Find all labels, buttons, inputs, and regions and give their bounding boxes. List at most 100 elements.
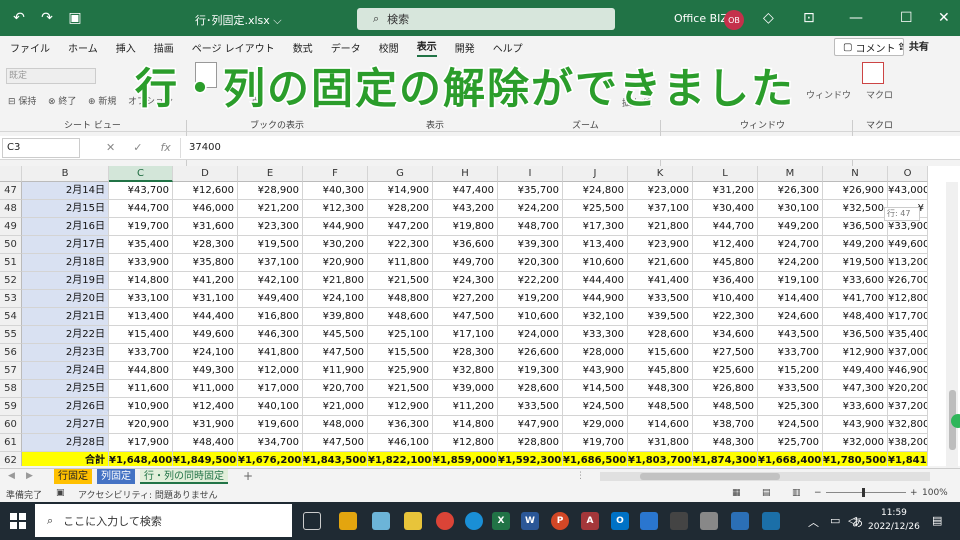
total-cell[interactable]: ¥1,676,200	[238, 452, 303, 466]
value-cell[interactable]: ¥38,200	[888, 434, 928, 452]
value-cell[interactable]: ¥39,500	[628, 308, 693, 326]
value-cell[interactable]: ¥11,900	[303, 362, 368, 380]
horizontal-scroll-thumb[interactable]	[640, 473, 780, 480]
value-cell[interactable]: ¥26,900	[823, 182, 888, 200]
value-cell[interactable]: ¥49,400	[823, 362, 888, 380]
ribbon-display-icon[interactable]: ⊡	[803, 10, 815, 26]
value-cell[interactable]: ¥47,500	[433, 308, 498, 326]
notepad-icon[interactable]	[372, 512, 390, 530]
total-cell[interactable]: ¥1,822,100	[368, 452, 433, 466]
value-cell[interactable]: ¥43,900	[823, 416, 888, 434]
file-name[interactable]: 行･列固定.xlsx ⌵	[195, 12, 282, 28]
value-cell[interactable]: ¥21,800	[628, 218, 693, 236]
value-cell[interactable]: ¥36,300	[368, 416, 433, 434]
value-cell[interactable]: ¥49,600	[888, 236, 928, 254]
row-header[interactable]: 49	[0, 218, 22, 236]
value-cell[interactable]: ¥28,800	[498, 434, 563, 452]
value-cell[interactable]: ¥25,900	[368, 362, 433, 380]
calculator-icon[interactable]	[700, 512, 718, 530]
chrome-icon[interactable]	[436, 512, 454, 530]
row-header[interactable]: 52	[0, 272, 22, 290]
value-cell[interactable]: ¥11,800	[368, 254, 433, 272]
diamond-icon[interactable]: ◇	[763, 10, 774, 26]
value-cell[interactable]: ¥48,000	[303, 416, 368, 434]
row-header[interactable]: 55	[0, 326, 22, 344]
value-cell[interactable]: ¥45,800	[693, 254, 758, 272]
worksheet-grid[interactable]: B C D E F G H I J K L M N O 47 2月14日 ¥43,700 ¥12,600 ¥28,9…	[0, 166, 960, 466]
value-cell[interactable]: ¥48,500	[628, 398, 693, 416]
zoom-out-button[interactable]: −	[814, 488, 822, 498]
column-header-o[interactable]: O	[888, 166, 928, 182]
value-cell[interactable]: ¥32,500	[823, 200, 888, 218]
value-cell[interactable]: ¥11,000	[173, 380, 238, 398]
undo-icon[interactable]: ↶	[10, 10, 28, 26]
value-cell[interactable]: ¥15,500	[368, 344, 433, 362]
row-header[interactable]: 57	[0, 362, 22, 380]
value-cell[interactable]: ¥19,700	[109, 218, 173, 236]
value-cell[interactable]: ¥33,600	[823, 398, 888, 416]
value-cell[interactable]: ¥17,900	[109, 434, 173, 452]
date-cell[interactable]: 2月24日	[22, 362, 109, 380]
zoom-slider[interactable]	[826, 492, 906, 493]
zoom-level[interactable]: 100%	[922, 488, 948, 498]
date-cell[interactable]: 2月22日	[22, 326, 109, 344]
total-cell[interactable]: ¥1,686,500	[563, 452, 628, 466]
column-header-f[interactable]: F	[303, 166, 368, 182]
column-header-i[interactable]: I	[498, 166, 563, 182]
column-header-m[interactable]: M	[758, 166, 823, 182]
value-cell[interactable]: ¥33,700	[758, 344, 823, 362]
app-icon[interactable]	[670, 512, 688, 530]
macro-record-icon[interactable]: ▣	[56, 488, 65, 498]
value-cell[interactable]: ¥31,900	[173, 416, 238, 434]
value-cell[interactable]: ¥28,900	[238, 182, 303, 200]
tab-file[interactable]: ファイル	[10, 40, 50, 55]
value-cell[interactable]: ¥14,800	[433, 416, 498, 434]
value-cell[interactable]: ¥49,600	[173, 326, 238, 344]
value-cell[interactable]: ¥10,600	[498, 308, 563, 326]
value-cell[interactable]: ¥48,500	[693, 398, 758, 416]
date-cell[interactable]: 2月25日	[22, 380, 109, 398]
value-cell[interactable]: ¥17,300	[563, 218, 628, 236]
value-cell[interactable]: ¥41,400	[628, 272, 693, 290]
total-cell[interactable]: ¥1,780,500	[823, 452, 888, 466]
normal-view-button[interactable]: ▦	[732, 488, 741, 498]
close-button[interactable]: ✕	[938, 10, 950, 26]
value-cell[interactable]: ¥47,200	[368, 218, 433, 236]
value-cell[interactable]: ¥33,500	[628, 290, 693, 308]
value-cell[interactable]: ¥33,500	[758, 380, 823, 398]
accessibility-status[interactable]: アクセシビリティ: 問題ありません	[78, 488, 218, 501]
excel-icon[interactable]: X	[492, 512, 510, 530]
total-cell[interactable]: ¥1,592,300	[498, 452, 563, 466]
value-cell[interactable]: ¥47,900	[498, 416, 563, 434]
value-cell[interactable]: ¥36,600	[433, 236, 498, 254]
value-cell[interactable]: ¥27,500	[693, 344, 758, 362]
value-cell[interactable]: ¥22,300	[693, 308, 758, 326]
value-cell[interactable]: ¥14,500	[563, 380, 628, 398]
value-cell[interactable]: ¥32,800	[888, 416, 928, 434]
tray-chevron-icon[interactable]: ︿	[808, 514, 819, 530]
avatar[interactable]: OB	[724, 10, 744, 30]
value-cell[interactable]: ¥46,900	[888, 362, 928, 380]
macro-icon[interactable]	[862, 62, 884, 84]
value-cell[interactable]: ¥21,800	[303, 272, 368, 290]
value-cell[interactable]: ¥24,200	[758, 254, 823, 272]
value-cell[interactable]: ¥24,300	[433, 272, 498, 290]
enter-icon[interactable]: ✓	[133, 141, 142, 154]
tab-data[interactable]: データ	[331, 40, 361, 55]
value-cell[interactable]: ¥21,500	[368, 380, 433, 398]
value-cell[interactable]: ¥34,600	[693, 326, 758, 344]
value-cell[interactable]: ¥11,600	[109, 380, 173, 398]
value-cell[interactable]: ¥17,000	[238, 380, 303, 398]
value-cell[interactable]: ¥47,400	[433, 182, 498, 200]
value-cell[interactable]: ¥30,400	[693, 200, 758, 218]
value-cell[interactable]: ¥43,200	[433, 200, 498, 218]
column-header-b[interactable]: B	[22, 166, 109, 182]
row-header[interactable]: 61	[0, 434, 22, 452]
date-cell[interactable]: 2月17日	[22, 236, 109, 254]
value-cell[interactable]: ¥34,700	[238, 434, 303, 452]
value-cell[interactable]: ¥17,700	[888, 308, 928, 326]
column-header-d[interactable]: D	[173, 166, 238, 182]
total-cell[interactable]: ¥1,874,300	[693, 452, 758, 466]
column-header-c[interactable]: C	[109, 166, 173, 182]
value-cell[interactable]: ¥43,700	[109, 182, 173, 200]
